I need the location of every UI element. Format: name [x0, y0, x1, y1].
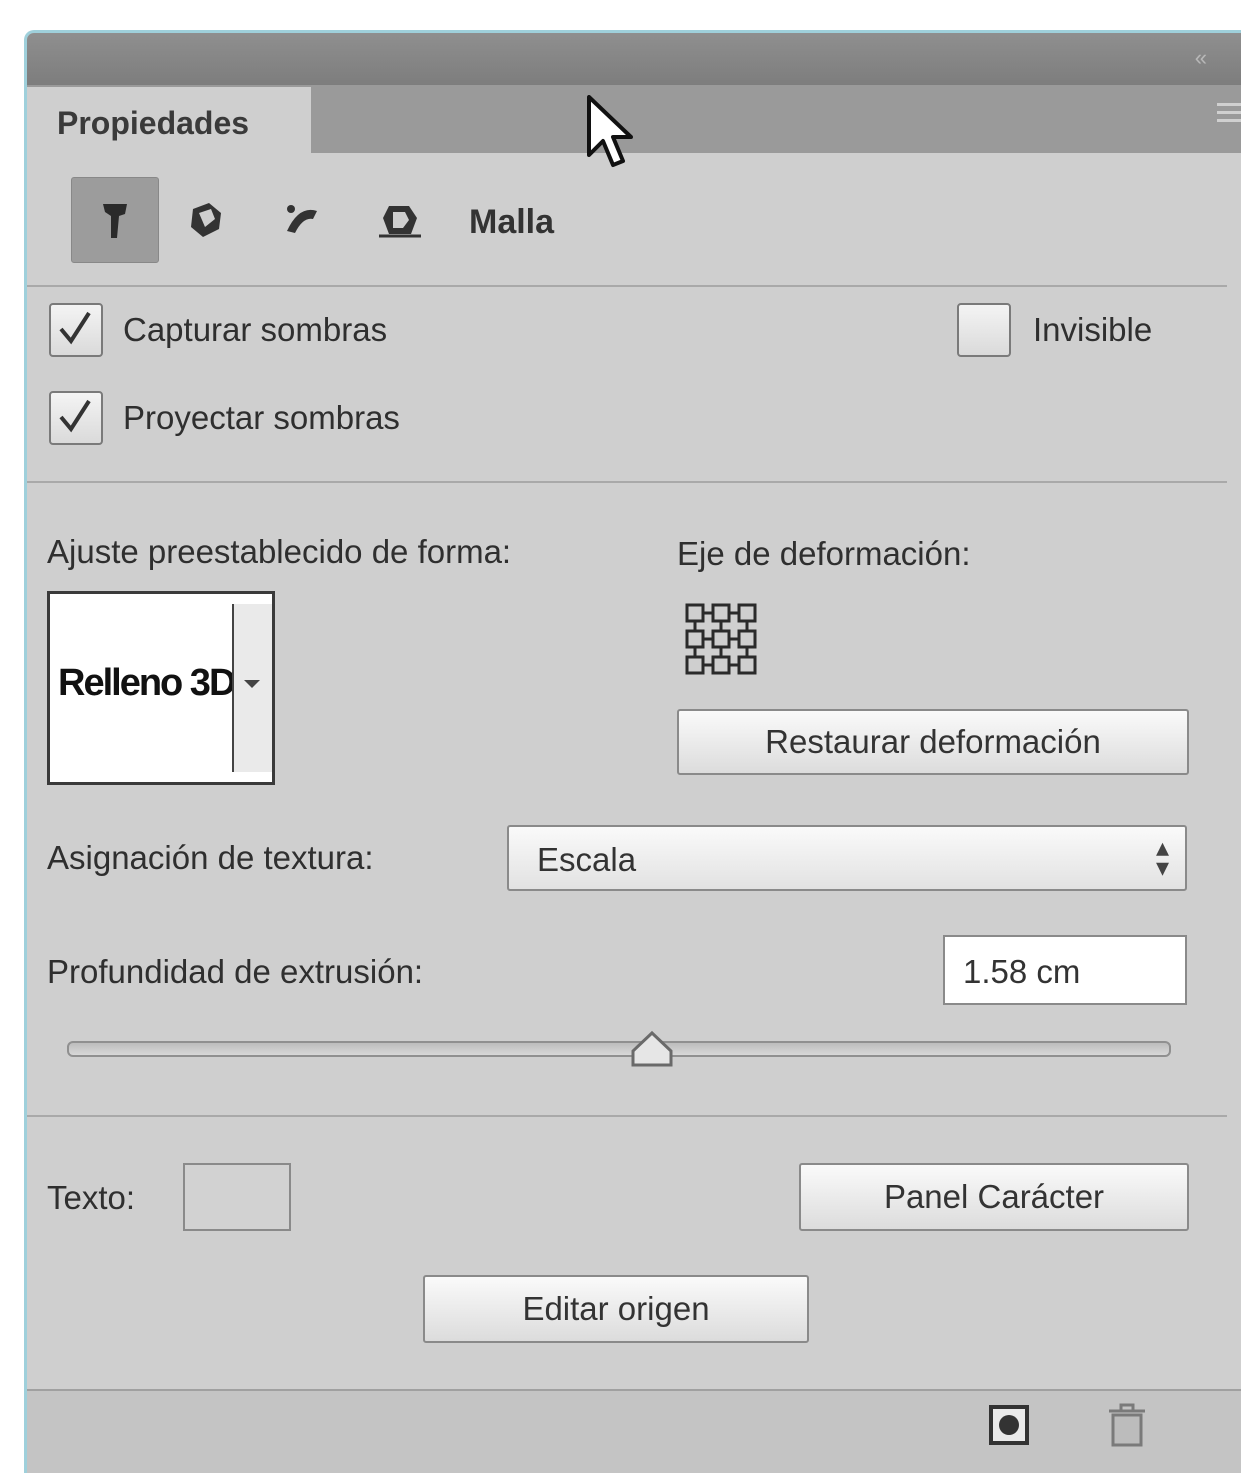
- preset-dropdown-button[interactable]: [232, 604, 272, 772]
- chevron-down-icon: [244, 680, 260, 688]
- extrusion-depth-value: 1.58 cm: [963, 953, 1081, 990]
- inflate-mode-button[interactable]: [259, 177, 345, 261]
- extrusion-slider-thumb[interactable]: [629, 1029, 675, 1069]
- object-icon: [103, 204, 127, 238]
- preset-preview: Relleno 3D: [58, 662, 236, 704]
- extrusion-depth-input[interactable]: 1.58 cm: [943, 935, 1187, 1005]
- mode-toolbar: Malla: [27, 153, 1241, 283]
- extrusion-slider-track[interactable]: [67, 1041, 1171, 1057]
- map-icon: [191, 203, 221, 237]
- mouse-cursor-icon: [587, 95, 633, 167]
- texture-mapping-select[interactable]: Escala ▴ ▾: [507, 825, 1187, 891]
- panel-titlebar[interactable]: « ✕: [27, 33, 1241, 85]
- collapse-icon[interactable]: «: [1195, 45, 1207, 71]
- axis-label: Eje de deformación:: [677, 535, 971, 572]
- trash-icon[interactable]: [1107, 1403, 1147, 1447]
- reset-deformation-button[interactable]: Restaurar deformación: [677, 709, 1189, 775]
- checkmark-icon: [59, 311, 91, 345]
- proyectar-sombras-checkbox[interactable]: [49, 391, 103, 445]
- edit-source-button[interactable]: Editar origen: [423, 1275, 809, 1343]
- capturar-sombras-label: Capturar sombras: [123, 311, 388, 348]
- texture-label: Asignación de textura:: [47, 839, 374, 876]
- tab-properties-label: Propiedades: [57, 105, 250, 141]
- invisible-checkbox[interactable]: [957, 303, 1011, 357]
- render-icon[interactable]: [987, 1403, 1031, 1447]
- panel-menu-icon[interactable]: [1217, 103, 1241, 123]
- divider: [27, 285, 1227, 287]
- text-color-swatch[interactable]: [183, 1163, 291, 1231]
- deform-mode-button[interactable]: [357, 177, 443, 261]
- deformation-axis-grid-icon[interactable]: [683, 601, 763, 679]
- texture-mapping-value: Escala: [537, 841, 637, 878]
- capturar-sombras-checkbox[interactable]: [49, 303, 103, 357]
- inflate-icon: [287, 205, 317, 233]
- text-label: Texto:: [47, 1179, 136, 1216]
- character-panel-button[interactable]: Panel Carácter: [799, 1163, 1189, 1231]
- properties-panel: « ✕ Propiedades: [24, 30, 1241, 1473]
- panel-footer: [27, 1389, 1241, 1473]
- proyectar-sombras-label: Proyectar sombras: [123, 399, 400, 436]
- divider: [27, 481, 1227, 483]
- mode-label: Malla: [469, 203, 555, 241]
- divider: [27, 1115, 1227, 1117]
- preset-label: Ajuste preestablecido de forma:: [47, 533, 512, 570]
- object-mode-button[interactable]: [71, 177, 159, 263]
- tab-properties[interactable]: Propiedades: [27, 87, 311, 153]
- checkmark-icon: [59, 399, 91, 433]
- shape-preset-picker[interactable]: Relleno 3D: [47, 591, 275, 785]
- invisible-label: Invisible: [1033, 311, 1153, 348]
- map-mode-button[interactable]: [163, 177, 249, 261]
- stepper-arrows-icon: ▴ ▾: [1155, 832, 1169, 882]
- deform-icon: [379, 206, 421, 238]
- extrusion-label: Profundidad de extrusión:: [47, 953, 424, 990]
